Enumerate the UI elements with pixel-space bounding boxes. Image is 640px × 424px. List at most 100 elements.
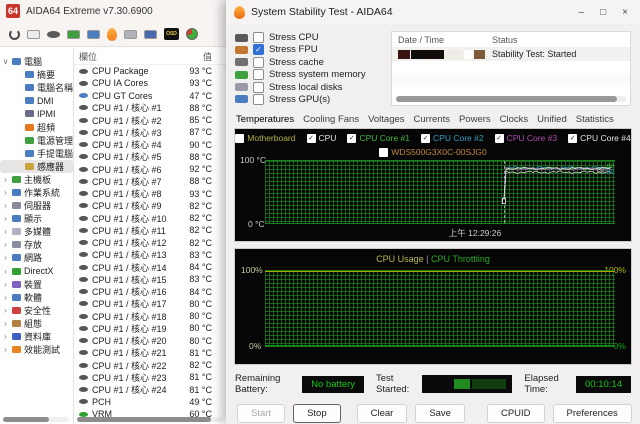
benchmark-icon[interactable] bbox=[124, 30, 137, 39]
checkbox[interactable]: ✓ bbox=[253, 44, 264, 55]
sensor-row[interactable]: PCH49 °C bbox=[74, 396, 226, 408]
sensor-row[interactable]: CPU #1 / 核心 #188 °C bbox=[74, 102, 226, 114]
tab-clocks[interactable]: Clocks bbox=[500, 114, 529, 125]
gauge-icon[interactable] bbox=[186, 28, 198, 40]
maximize-button[interactable]: □ bbox=[600, 7, 606, 18]
sensor-row[interactable]: CPU #1 / 核心 #1484 °C bbox=[74, 261, 226, 273]
legend-checkbox[interactable]: ✓ bbox=[421, 134, 430, 143]
minimize-button[interactable]: – bbox=[579, 7, 585, 18]
chevron-right-icon[interactable]: › bbox=[2, 345, 9, 354]
sensor-row[interactable]: CPU GT Cores47 °C bbox=[74, 90, 226, 102]
sensor-row[interactable]: CPU #1 / 核心 #2080 °C bbox=[74, 335, 226, 347]
legend-checkbox[interactable]: ✓ bbox=[495, 134, 504, 143]
tab-temperatures[interactable]: Temperatures bbox=[236, 114, 294, 125]
tree-item-感應器[interactable]: 感應器 bbox=[0, 160, 73, 173]
checkbox[interactable] bbox=[253, 32, 264, 43]
tree-item-DMI[interactable]: DMI bbox=[0, 94, 73, 107]
sensor-row[interactable]: CPU Package93 °C bbox=[74, 65, 226, 77]
tab-currents[interactable]: Currents bbox=[414, 114, 450, 125]
chevron-right-icon[interactable]: › bbox=[2, 267, 9, 276]
sensor-row[interactable]: CPU #1 / 核心 #2181 °C bbox=[74, 347, 226, 359]
tree-item-作業系統[interactable]: ›作業系統 bbox=[0, 186, 73, 199]
sensor-row[interactable]: CPU #1 / 核心 #1980 °C bbox=[74, 322, 226, 334]
chevron-right-icon[interactable]: › bbox=[2, 253, 9, 262]
sensor-row[interactable]: CPU #1 / 核心 #1880 °C bbox=[74, 310, 226, 322]
report-icon[interactable] bbox=[27, 30, 40, 39]
tree-item-IPMI[interactable]: IPMI bbox=[0, 107, 73, 120]
checkbox[interactable] bbox=[253, 82, 264, 93]
tab-powers[interactable]: Powers bbox=[459, 114, 491, 125]
sensor-row[interactable]: CPU #1 / 核心 #788 °C bbox=[74, 175, 226, 187]
tree-item-電源管理[interactable]: 電源管理 bbox=[0, 134, 73, 147]
sensor-horizontal-scrollbar[interactable] bbox=[77, 417, 223, 422]
user-icon[interactable] bbox=[144, 30, 157, 39]
tab-unified[interactable]: Unified bbox=[537, 114, 567, 125]
tree-item-顯示[interactable]: ›顯示 bbox=[0, 212, 73, 225]
sensor-row[interactable]: CPU #1 / 核心 #1383 °C bbox=[74, 249, 226, 261]
start-button[interactable]: Start bbox=[237, 404, 285, 423]
tree-item-資料庫[interactable]: ›資料庫 bbox=[0, 330, 73, 343]
tree-item-軟體[interactable]: ›軟體 bbox=[0, 291, 73, 304]
tree-item-電腦[interactable]: ∨電腦 bbox=[0, 55, 73, 68]
chevron-right-icon[interactable]: › bbox=[2, 332, 9, 341]
checkbox[interactable] bbox=[253, 57, 264, 68]
tree-item-存放[interactable]: ›存放 bbox=[0, 238, 73, 251]
tree-item-DirectX[interactable]: ›DirectX bbox=[0, 265, 73, 278]
tab-statistics[interactable]: Statistics bbox=[576, 114, 614, 125]
tree-item-網路[interactable]: ›網路 bbox=[0, 251, 73, 264]
cpuid-button[interactable]: CPUID bbox=[487, 404, 545, 423]
log-horizontal-scrollbar[interactable] bbox=[396, 96, 626, 102]
sensor-row[interactable]: CPU #1 / 核心 #893 °C bbox=[74, 188, 226, 200]
legend-checkbox[interactable]: ✓ bbox=[307, 134, 316, 143]
sensor-row[interactable]: CPU IA Cores93 °C bbox=[74, 77, 226, 89]
chevron-right-icon[interactable]: › bbox=[2, 306, 9, 315]
sensor-row[interactable]: CPU #1 / 核心 #1684 °C bbox=[74, 286, 226, 298]
tree-item-摘要[interactable]: 摘要 bbox=[0, 68, 73, 81]
tree-item-電腦名稱[interactable]: 電腦名稱 bbox=[0, 81, 73, 94]
display-icon[interactable] bbox=[87, 30, 100, 39]
sensor-row[interactable]: CPU #1 / 核心 #692 °C bbox=[74, 163, 226, 175]
chevron-right-icon[interactable]: › bbox=[2, 188, 9, 197]
chevron-right-icon[interactable]: › bbox=[2, 319, 9, 328]
sensor-row[interactable]: CPU #1 / 核心 #2381 °C bbox=[74, 371, 226, 383]
tree-item-安全性[interactable]: ›安全性 bbox=[0, 304, 73, 317]
tree-item-多媒體[interactable]: ›多媒體 bbox=[0, 225, 73, 238]
chevron-right-icon[interactable]: › bbox=[2, 227, 9, 236]
tree-item-主機板[interactable]: ›主機板 bbox=[0, 173, 73, 186]
chevron-right-icon[interactable]: › bbox=[2, 214, 9, 223]
tree-item-裝置[interactable]: ›裝置 bbox=[0, 278, 73, 291]
sensor-row[interactable]: CPU #1 / 核心 #1282 °C bbox=[74, 237, 226, 249]
tab-cooling-fans[interactable]: Cooling Fans bbox=[303, 114, 359, 125]
osd-icon[interactable]: OSD bbox=[164, 28, 179, 40]
chevron-right-icon[interactable]: › bbox=[2, 293, 9, 302]
tree-item-效能測試[interactable]: ›效能測試 bbox=[0, 343, 73, 356]
stop-button[interactable]: Stop bbox=[293, 404, 341, 423]
memory-icon[interactable] bbox=[67, 30, 80, 39]
chevron-down-icon[interactable]: ∨ bbox=[2, 57, 9, 66]
sensor-row[interactable]: CPU #1 / 核心 #1780 °C bbox=[74, 298, 226, 310]
sensor-row[interactable]: CPU #1 / 核心 #1583 °C bbox=[74, 273, 226, 285]
close-window-button[interactable]: × bbox=[622, 7, 628, 18]
scrollbar-thumb[interactable] bbox=[396, 96, 617, 102]
chevron-right-icon[interactable]: › bbox=[2, 201, 9, 210]
cpu-icon[interactable] bbox=[47, 31, 60, 38]
sensor-row[interactable]: CPU #1 / 核心 #2282 °C bbox=[74, 359, 226, 371]
sensor-row[interactable]: CPU #1 / 核心 #490 °C bbox=[74, 139, 226, 151]
tab-voltages[interactable]: Voltages bbox=[368, 114, 404, 125]
tree-horizontal-scrollbar[interactable] bbox=[3, 417, 69, 422]
checkbox[interactable] bbox=[253, 69, 264, 80]
legend-checkbox[interactable] bbox=[235, 134, 244, 143]
preferences-button[interactable]: Preferences bbox=[553, 404, 632, 423]
refresh-icon[interactable] bbox=[9, 29, 20, 40]
tree-item-手提電腦[interactable]: 手提電腦 bbox=[0, 147, 73, 160]
sensor-row[interactable]: CPU #1 / 核心 #387 °C bbox=[74, 126, 226, 138]
sensor-row[interactable]: CPU #1 / 核心 #1082 °C bbox=[74, 212, 226, 224]
legend-checkbox[interactable]: ✓ bbox=[568, 134, 577, 143]
sensor-row[interactable]: CPU #1 / 核心 #1182 °C bbox=[74, 224, 226, 236]
sensor-row[interactable]: CPU #1 / 核心 #982 °C bbox=[74, 200, 226, 212]
scrollbar-thumb[interactable] bbox=[77, 417, 211, 422]
save-button[interactable]: Save bbox=[415, 404, 465, 423]
chevron-right-icon[interactable]: › bbox=[2, 240, 9, 249]
chevron-right-icon[interactable]: › bbox=[2, 175, 9, 184]
chevron-right-icon[interactable]: › bbox=[2, 280, 9, 289]
